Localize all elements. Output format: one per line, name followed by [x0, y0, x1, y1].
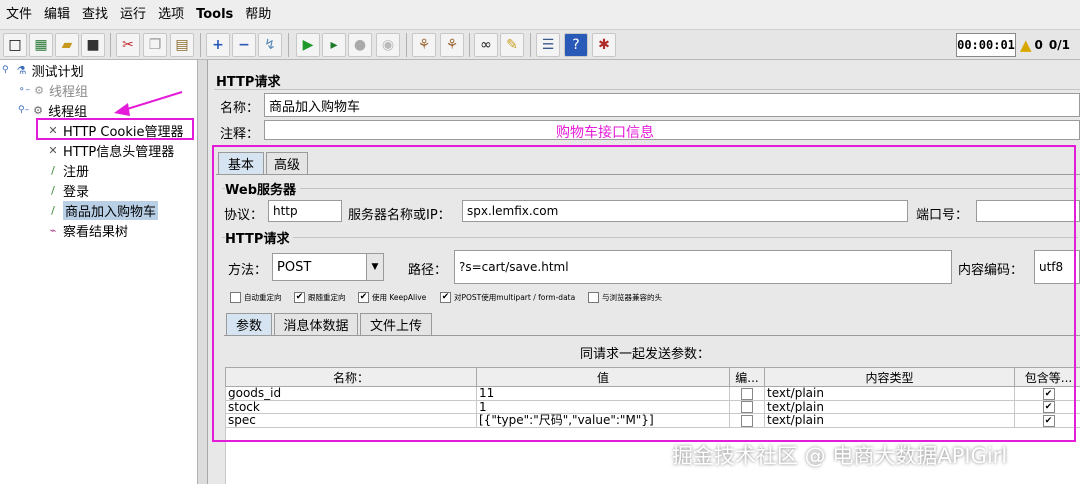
search-icon[interactable]: ∞: [474, 33, 498, 57]
annotation-label: 购物车接口信息: [556, 125, 654, 141]
tree-item-login[interactable]: / 登录: [46, 180, 89, 200]
tree-item-label: 登录: [63, 184, 90, 200]
watermark-text: 掘金技术社区 @ 电商大数据APIGirl: [672, 444, 1008, 468]
split-pane-divider[interactable]: [198, 60, 208, 484]
menu-run[interactable]: 运行: [114, 0, 152, 29]
thread-group-icon: ⚙: [33, 103, 44, 117]
menu-bar: 文件 编辑 查找 运行 选项 Tools 帮助: [0, 0, 1080, 29]
name-label: 名称：: [220, 101, 260, 116]
comment-field[interactable]: [264, 120, 1080, 140]
new-icon[interactable]: □: [3, 33, 27, 57]
open-icon[interactable]: ▰: [55, 33, 79, 57]
sampler-icon: /: [51, 163, 55, 177]
tree-item-label: 线程组: [48, 104, 88, 120]
tree-item-test-plan[interactable]: ⚲ ⚗ 测试计划: [2, 60, 84, 80]
elapsed-timer: 00:00:01: [956, 33, 1016, 57]
tree-item-view-results-tree[interactable]: ⌁ 察看结果树: [46, 220, 128, 240]
tree-item-label: 注册: [63, 164, 90, 180]
active-threads: 0/1: [1048, 38, 1070, 52]
remote-icon[interactable]: ✱: [592, 33, 616, 57]
menu-tools[interactable]: Tools: [190, 0, 239, 29]
listener-icon: ⌁: [49, 223, 57, 237]
warning-icon[interactable]: ▲: [1020, 36, 1032, 54]
start-no-pause-icon[interactable]: ▸: [322, 33, 346, 57]
tree-item-header-manager[interactable]: ✕ HTTP信息头管理器: [46, 140, 174, 160]
collapse-icon[interactable]: −: [232, 33, 256, 57]
toolbar: □ ▦ ▰ ■ ✂ ❐ ▤ + − ↯ ▶ ▸ ● ◉ ⚘ ⚘ ∞ ✎ ☰ ? …: [0, 29, 1080, 60]
annotation-arrow: [114, 91, 183, 116]
menu-help[interactable]: 帮助: [239, 0, 277, 29]
tree-item-add-to-cart[interactable]: / 商品加入购物车: [46, 200, 159, 220]
test-plan-icon: ⚗: [16, 63, 27, 77]
tree-item-thread-group[interactable]: ⚲– ⚙ 线程组: [18, 100, 87, 120]
tree-item-thread-group-disabled[interactable]: ⚬– ⚙ 线程组: [18, 80, 88, 100]
tree-item-label: 察看结果树: [63, 224, 129, 240]
tree-item-label: 商品加入购物车: [63, 200, 159, 220]
tree-item-register[interactable]: / 注册: [46, 160, 89, 180]
stop-icon[interactable]: ●: [348, 33, 372, 57]
reset-search-icon[interactable]: ✎: [500, 33, 524, 57]
tree-item-label: 线程组: [49, 84, 89, 100]
thread-group-icon: ⚙: [34, 83, 44, 97]
save-icon[interactable]: ■: [81, 33, 105, 57]
copy-icon[interactable]: ❐: [143, 33, 167, 57]
warning-count: 0: [1034, 38, 1043, 52]
start-icon[interactable]: ▶: [296, 33, 320, 57]
highlight-box-request-info: [212, 145, 1076, 442]
clear-icon[interactable]: ⚘: [412, 33, 436, 57]
tree-item-label: HTTP信息头管理器: [63, 144, 175, 160]
status-indicators: ▲ 0 0/1: [1020, 33, 1070, 57]
tree-item-label: 测试计划: [31, 64, 84, 80]
name-field[interactable]: 商品加入购物车: [264, 93, 1080, 117]
templates-icon[interactable]: ▦: [29, 33, 53, 57]
expand-icon[interactable]: +: [206, 33, 230, 57]
toggle-icon[interactable]: ↯: [258, 33, 282, 57]
paste-icon[interactable]: ▤: [170, 33, 194, 57]
panel-title: HTTP请求: [216, 75, 281, 90]
help-icon[interactable]: ?: [564, 33, 588, 57]
menu-file[interactable]: 文件: [0, 0, 38, 29]
config-element-icon: ✕: [48, 143, 58, 157]
clear-all-icon[interactable]: ⚘: [440, 33, 464, 57]
shutdown-icon[interactable]: ◉: [376, 33, 400, 57]
sampler-icon: /: [51, 203, 55, 217]
function-helper-icon[interactable]: ☰: [536, 33, 560, 57]
comment-label: 注释：: [220, 127, 260, 142]
menu-edit[interactable]: 编辑: [38, 0, 76, 29]
sampler-icon: /: [51, 183, 55, 197]
menu-search[interactable]: 查找: [76, 0, 114, 29]
menu-options[interactable]: 选项: [152, 0, 190, 29]
cut-icon[interactable]: ✂: [116, 33, 140, 57]
